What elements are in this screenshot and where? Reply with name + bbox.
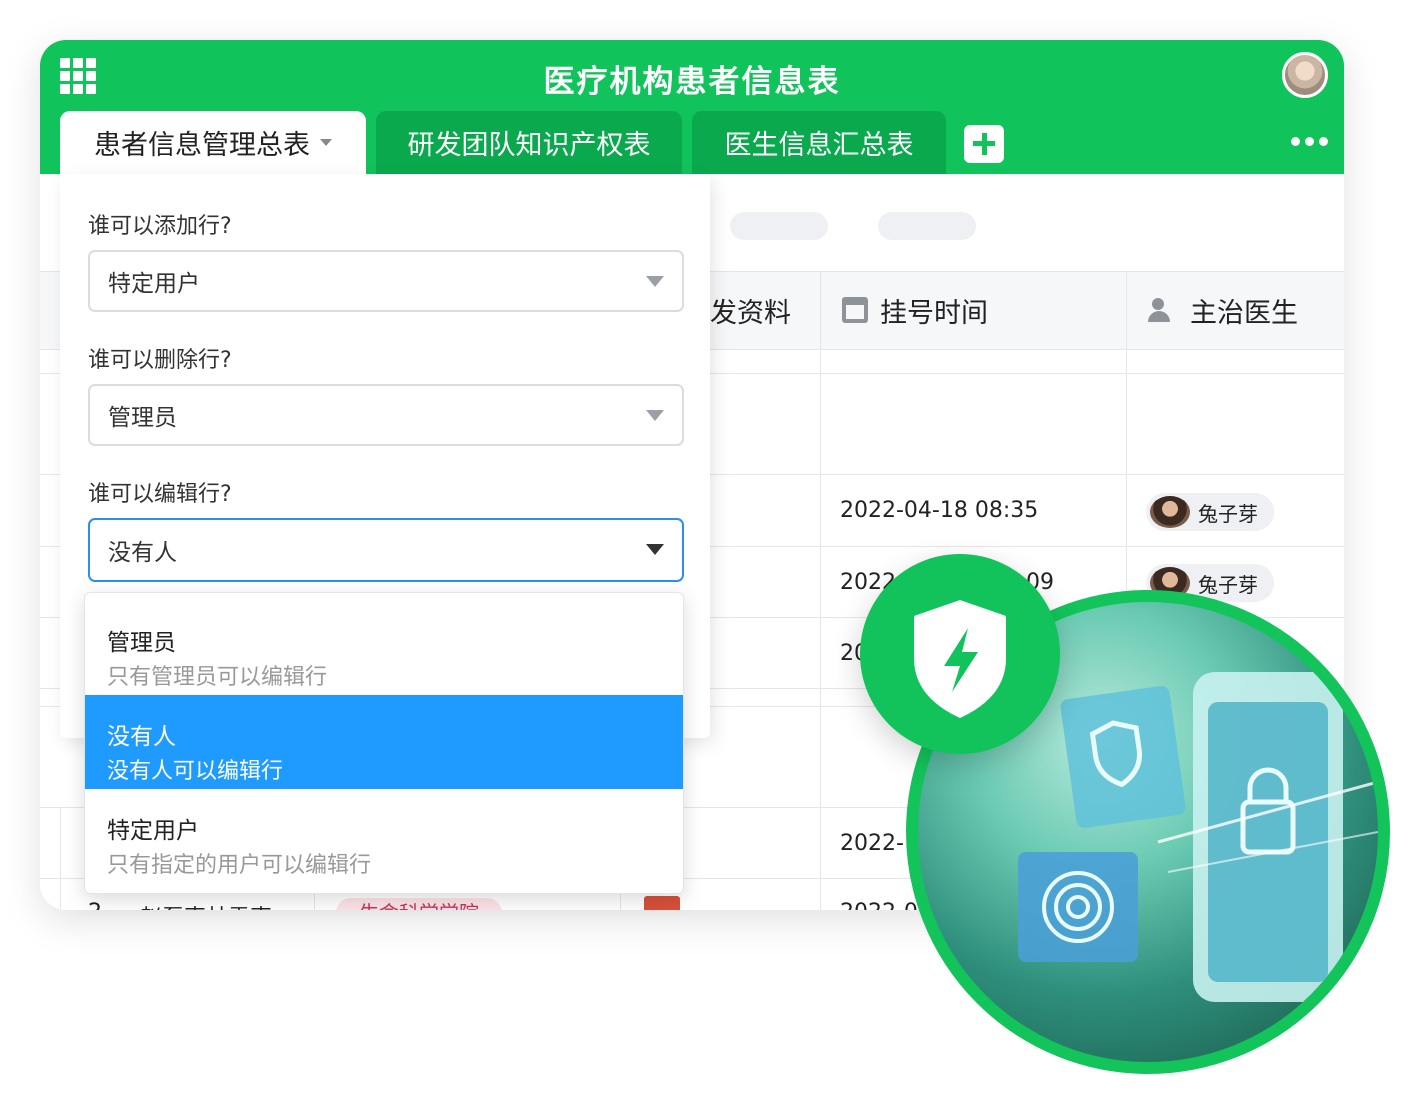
registration-time-cell[interactable]: 2022-0 bbox=[840, 900, 918, 910]
tab-doctor-info[interactable]: 医生信息汇总表 bbox=[692, 111, 946, 174]
caret-down-icon[interactable] bbox=[320, 139, 332, 146]
option-admin[interactable]: 管理员 只有管理员可以编辑行 bbox=[85, 601, 683, 695]
doctor-chip[interactable]: 兔子芽 bbox=[1146, 493, 1274, 531]
ppt-file-icon[interactable] bbox=[644, 896, 680, 910]
page-title: 医疗机构患者信息表 bbox=[543, 64, 841, 100]
edit-permission-dropdown: 管理员 只有管理员可以编辑行 没有人 没有人可以编辑行 特定用户 只有指定的用户… bbox=[84, 592, 684, 894]
app-header: 医疗机构患者信息表 患者信息管理总表 研发团队知识产权表 医生信息汇总表 bbox=[40, 40, 1344, 174]
column-registration-time[interactable]: 挂号时间 bbox=[842, 271, 988, 349]
calendar-icon bbox=[842, 297, 868, 323]
more-dots-icon[interactable] bbox=[1291, 137, 1328, 146]
people-icon bbox=[1148, 298, 1178, 322]
edit-row-question: 谁可以编辑行? bbox=[88, 482, 232, 507]
plus-icon[interactable] bbox=[964, 125, 1004, 163]
patient-name-cell[interactable]: 赵磊声林雷声 bbox=[140, 900, 272, 910]
column-divider bbox=[820, 271, 821, 910]
tab-ip-rights[interactable]: 研发团队知识产权表 bbox=[376, 111, 682, 174]
edit-row-select[interactable]: 没有人 bbox=[88, 518, 684, 582]
triangle-down-icon bbox=[646, 410, 664, 421]
option-specific-users[interactable]: 特定用户 只有指定的用户可以编辑行 bbox=[85, 789, 683, 883]
triangle-down-icon bbox=[646, 276, 664, 287]
add-row-question: 谁可以添加行? bbox=[88, 214, 232, 239]
triangle-down-icon bbox=[646, 544, 664, 555]
tab-bar: 患者信息管理总表 研发团队知识产权表 医生信息汇总表 bbox=[40, 111, 1344, 174]
column-materials[interactable]: 发资料 bbox=[710, 271, 791, 349]
tab-label: 患者信息管理总表 bbox=[94, 130, 310, 161]
tab-label: 医生信息汇总表 bbox=[724, 130, 914, 161]
shield-lightning-icon bbox=[914, 600, 1006, 718]
row-index: 2 bbox=[88, 900, 102, 910]
avatar[interactable] bbox=[1282, 52, 1328, 98]
delete-row-select[interactable]: 管理员 bbox=[88, 384, 684, 446]
column-divider bbox=[60, 807, 61, 910]
tab-patient-info[interactable]: 患者信息管理总表 bbox=[60, 111, 366, 174]
registration-time-cell[interactable]: 2022- bbox=[840, 831, 904, 856]
toolbar-pill[interactable] bbox=[730, 212, 828, 240]
security-badge bbox=[860, 554, 1060, 754]
doctor-avatar bbox=[1150, 496, 1190, 528]
delete-row-question: 谁可以删除行? bbox=[88, 348, 232, 373]
tab-label: 研发团队知识产权表 bbox=[407, 130, 651, 161]
registration-time-cell[interactable]: 2022-04-18 08:35 bbox=[840, 498, 1038, 523]
add-row-select[interactable]: 特定用户 bbox=[88, 250, 684, 312]
toolbar-pill[interactable] bbox=[878, 212, 976, 240]
department-tag[interactable]: 生命科学学院 bbox=[336, 898, 502, 910]
column-attending-doctor[interactable]: 主治医生 bbox=[1148, 271, 1298, 349]
option-nobody[interactable]: 没有人 没有人可以编辑行 bbox=[85, 695, 683, 789]
